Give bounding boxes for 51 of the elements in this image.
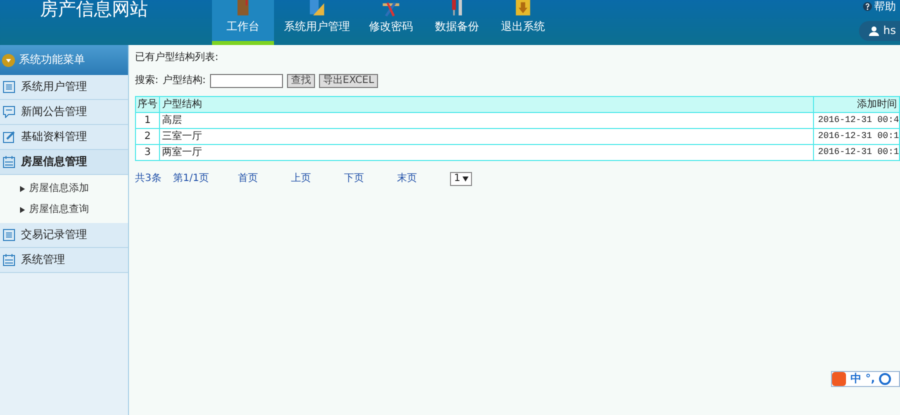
record-count: 共3条 bbox=[135, 172, 162, 186]
table-cell: 2016-12-31 00:1 bbox=[813, 144, 900, 160]
menu-item[interactable]: 房屋信息管理 bbox=[0, 150, 128, 175]
speech-bubble-icon bbox=[3, 106, 15, 118]
nav-tab[interactable]: 退出系统 bbox=[492, 0, 554, 45]
ime-punctuation[interactable]: °, bbox=[865, 370, 875, 388]
table-cell: 3 bbox=[136, 144, 160, 160]
caret-icon bbox=[2, 54, 15, 66]
column-header: 户型结构 bbox=[160, 96, 814, 112]
pager-link[interactable]: 下页 bbox=[344, 171, 397, 186]
bullet-icon bbox=[20, 186, 25, 192]
help-icon bbox=[863, 2, 872, 11]
column-header: 添加时间 bbox=[813, 96, 900, 112]
calendar-icon bbox=[3, 254, 15, 266]
edit-icon bbox=[3, 131, 15, 143]
menu-item[interactable]: 系统用户管理 bbox=[0, 75, 128, 100]
column-header: 序号 bbox=[136, 96, 160, 112]
nav-tab[interactable]: 数据备份 bbox=[426, 0, 488, 45]
submenu-link[interactable]: 房屋信息查询 bbox=[0, 199, 128, 220]
pager-link[interactable]: 末页 bbox=[397, 171, 450, 186]
help-link[interactable]: 帮助 bbox=[863, 0, 900, 13]
dropdown-arrow-icon bbox=[462, 176, 469, 181]
ime-logo-icon bbox=[832, 372, 846, 386]
calendar-icon bbox=[3, 156, 15, 168]
menu-item[interactable]: 系统管理 bbox=[0, 248, 128, 273]
bullet-icon bbox=[20, 206, 25, 212]
list-icon bbox=[3, 81, 15, 93]
nav-tab[interactable]: 修改密码 bbox=[360, 0, 422, 45]
ime-mode[interactable]: 中 bbox=[850, 370, 862, 388]
menu-item[interactable]: 交易记录管理 bbox=[0, 223, 128, 248]
list-icon bbox=[3, 229, 15, 241]
menu-item[interactable]: 基础资料管理 bbox=[0, 125, 128, 150]
list-caption: 已有户型结构列表: bbox=[135, 50, 220, 65]
user-button[interactable]: hs bbox=[859, 21, 900, 41]
action-button[interactable]: 导出EXCEL bbox=[318, 74, 378, 88]
nav-tab[interactable]: 工作台 bbox=[212, 0, 274, 45]
site-title: 房产信息网站 bbox=[40, 0, 148, 20]
page-select[interactable]: 1 bbox=[450, 172, 472, 186]
field-label: 户型结构: bbox=[162, 74, 206, 88]
menu-item[interactable]: 新闻公告管理 bbox=[0, 100, 128, 125]
submenu-link[interactable]: 房屋信息添加 bbox=[0, 178, 128, 199]
sidebar-title: 系统功能菜单 bbox=[0, 45, 128, 75]
search-field[interactable] bbox=[210, 74, 283, 88]
table-cell: 两室一厅 bbox=[160, 144, 814, 160]
action-button[interactable]: 查找 bbox=[286, 74, 315, 88]
nav-tab[interactable]: 系统用户管理 bbox=[278, 0, 356, 45]
user-icon bbox=[869, 26, 880, 36]
pager-link[interactable]: 上页 bbox=[291, 171, 344, 186]
search-label: 搜索: bbox=[135, 74, 158, 88]
page-indicator: 第1/1页 bbox=[173, 172, 210, 186]
pager-link[interactable]: 首页 bbox=[238, 171, 291, 186]
